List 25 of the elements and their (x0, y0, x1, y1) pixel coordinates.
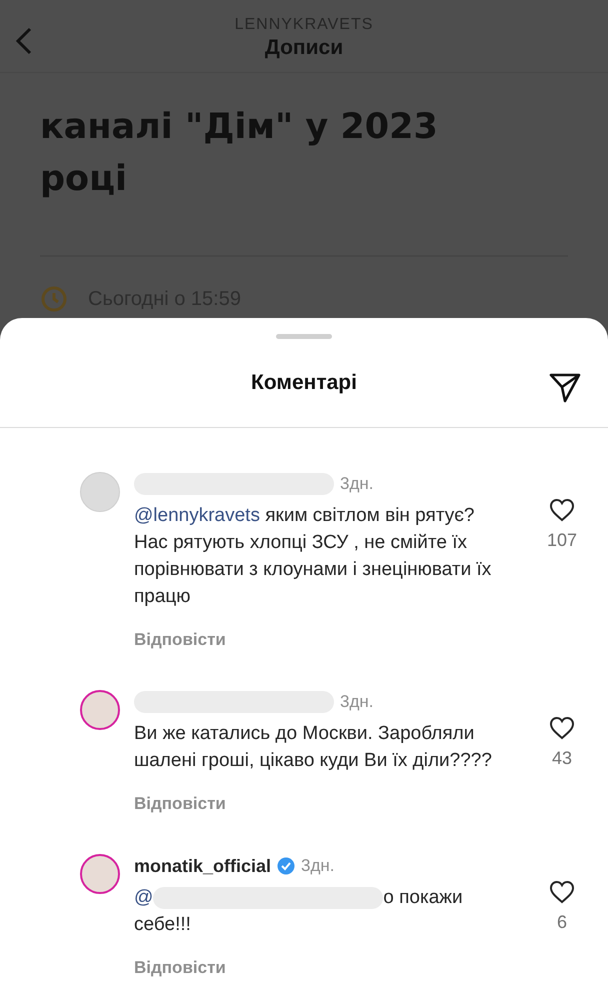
mention-link[interactable]: @lennykravets (134, 505, 260, 526)
comment-time: 3дн. (301, 856, 335, 876)
mention-link[interactable]: @ (134, 887, 154, 908)
article-title: році (40, 158, 128, 201)
heart-icon[interactable] (549, 716, 575, 740)
heart-icon[interactable] (549, 498, 575, 522)
comment-time: 3дн. (340, 692, 374, 712)
clock-icon (40, 285, 68, 313)
like-count: 6 (556, 912, 567, 933)
avatar-photo-placeholder[interactable] (80, 690, 120, 730)
article-title: каналі "Дім" у 2023 (40, 106, 439, 149)
comment-time: 3дн. (340, 474, 374, 494)
comment-text: @lennykravets яким світлом він рятує? Нас рятують хлопці ЗСУ , не смійте їх порівнювати з клоунами і знецінювати їх працю (134, 504, 492, 609)
like-count: 107 (546, 530, 578, 551)
sheet-title: Коментарі (251, 371, 357, 395)
sheet-handle[interactable] (276, 334, 332, 339)
heart-icon[interactable] (549, 880, 575, 904)
like-count: 43 (552, 748, 572, 769)
avatar-photo-placeholder[interactable] (80, 854, 120, 894)
comment-text: Ви же катались до Москви. Заробляли шалені гроші, цікаво куди Ви їх діли???? (134, 722, 493, 773)
username[interactable]: monatik_official (134, 856, 272, 876)
page-title: Дописи (264, 36, 344, 60)
send-icon[interactable] (548, 372, 582, 404)
comment-text: @ о покажи себе!!! (134, 886, 464, 937)
back-icon[interactable] (14, 26, 34, 56)
